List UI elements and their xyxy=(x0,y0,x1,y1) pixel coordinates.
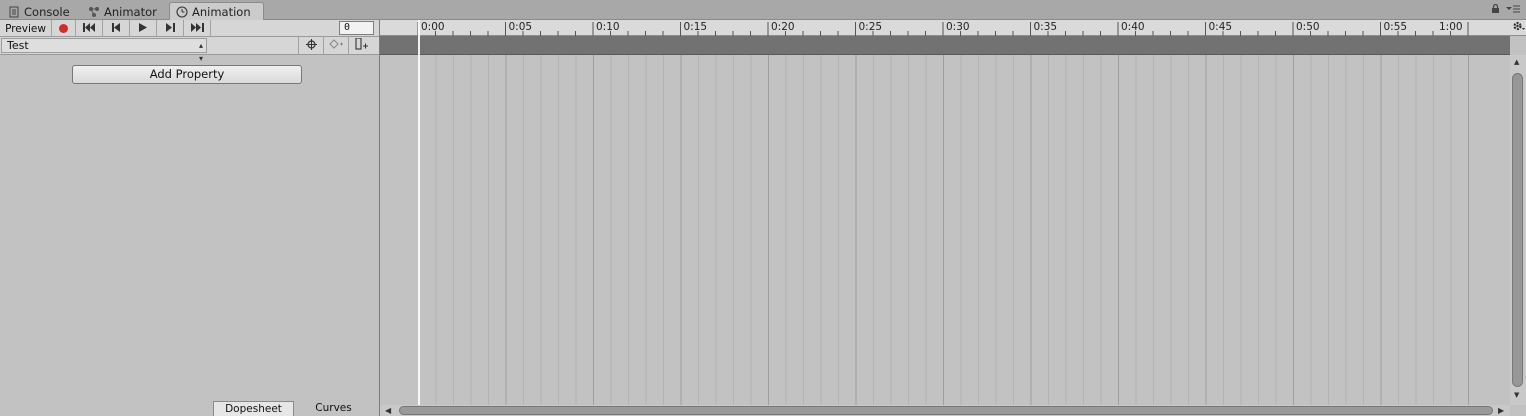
window-tab-bar: Console Animator Animation xyxy=(0,0,1526,20)
tab-label: Animation xyxy=(192,4,251,19)
dopesheet-panel: 0:00 0:05 0:10 0:15 0:20 0:25 0:30 0:35 0:40 0:45… xyxy=(380,20,1526,416)
animation-property-panel: Preview 0 Test ▴ ▾ Add Property Dopeshee… xyxy=(0,20,380,416)
tab-dopesheet[interactable]: Dopesheet xyxy=(213,401,293,416)
horizontal-scroll-thumb[interactable] xyxy=(399,406,1493,415)
vertical-scrollbar[interactable]: ▲ ▼ xyxy=(1510,55,1526,405)
clip-row: Test ▴ ▾ xyxy=(0,37,379,63)
previous-keyframe-button[interactable] xyxy=(103,20,130,37)
ruler-label: 0:20 xyxy=(771,21,795,33)
playhead[interactable] xyxy=(418,20,420,405)
scroll-right-icon: ▶ xyxy=(1498,406,1505,415)
step-back-icon xyxy=(111,22,121,35)
console-icon xyxy=(8,6,20,18)
clock-icon xyxy=(176,5,188,18)
ruler-ticks xyxy=(417,22,1469,36)
dropdown-arrows-icon: ▴ ▾ xyxy=(198,41,203,63)
step-forward-icon xyxy=(165,22,175,35)
preview-button[interactable]: Preview xyxy=(0,20,52,37)
ruler-label: 1:00 xyxy=(1439,21,1463,33)
play-button[interactable] xyxy=(130,20,157,37)
record-icon xyxy=(59,24,68,33)
frame-input[interactable]: 0 xyxy=(339,21,374,35)
ruler-label: 0:45 xyxy=(1208,21,1233,33)
lock-icon[interactable] xyxy=(1491,3,1500,17)
ruler-label: 0:30 xyxy=(946,21,970,33)
vertical-scroll-thumb[interactable] xyxy=(1512,73,1523,387)
tab-animator[interactable]: Animator xyxy=(82,3,163,20)
ruler-label: 0:35 xyxy=(1033,21,1058,33)
play-icon xyxy=(139,22,147,35)
add-property-button[interactable]: Add Property xyxy=(72,65,302,84)
last-keyframe-button[interactable] xyxy=(184,20,211,37)
time-ruler[interactable]: 0:00 0:05 0:10 0:15 0:20 0:25 0:30 0:35 0:40 0:45… xyxy=(380,20,1510,36)
ruler-label: 0:10 xyxy=(596,21,620,33)
tab-label: Console xyxy=(24,4,70,19)
gear-icon xyxy=(1512,20,1525,35)
summary-row[interactable] xyxy=(380,36,1510,55)
scroll-up-icon: ▲ xyxy=(1514,58,1520,66)
ruler-label: 0:40 xyxy=(1121,21,1145,33)
ruler-label: 0:00 xyxy=(421,21,445,33)
scroll-down-icon: ▼ xyxy=(1514,391,1520,399)
clip-dropdown[interactable]: Test ▴ ▾ xyxy=(1,38,207,63)
ruler-label: 0:15 xyxy=(683,21,708,33)
filter-by-selection-button[interactable] xyxy=(298,37,323,54)
ruler-label: 0:05 xyxy=(508,21,533,33)
window-menu-icon[interactable] xyxy=(1506,4,1520,17)
skip-to-end-icon xyxy=(190,22,204,35)
animator-icon xyxy=(88,6,100,18)
playback-toolbar: Preview 0 xyxy=(0,20,379,37)
crosshair-icon xyxy=(305,38,317,53)
scroll-left-icon: ◀ xyxy=(385,406,392,415)
add-event-button[interactable] xyxy=(348,37,373,54)
horizontal-scrollbar[interactable]: ◀ ▶ xyxy=(380,405,1510,416)
ruler-label: 0:50 xyxy=(1296,21,1320,33)
tab-curves[interactable]: Curves xyxy=(293,401,373,416)
preview-label: Preview xyxy=(5,22,46,35)
next-keyframe-button[interactable] xyxy=(157,20,184,37)
tab-animation[interactable]: Animation xyxy=(169,2,264,20)
skip-to-start-icon xyxy=(82,22,96,35)
ruler-label: 0:25 xyxy=(858,21,883,33)
view-mode-tabs: Dopesheet Curves xyxy=(0,401,379,416)
record-button[interactable] xyxy=(52,20,76,37)
add-keyframe-icon xyxy=(329,39,343,52)
tab-console[interactable]: Console xyxy=(2,3,76,20)
first-keyframe-button[interactable] xyxy=(76,20,103,37)
add-keyframe-button[interactable] xyxy=(323,37,348,54)
dopesheet-grid[interactable] xyxy=(380,55,1510,405)
add-event-icon xyxy=(354,37,368,53)
clip-name: Test xyxy=(7,39,29,52)
settings-button[interactable] xyxy=(1510,20,1526,36)
tab-label: Animator xyxy=(104,4,157,19)
ruler-label: 0:55 xyxy=(1383,21,1408,33)
